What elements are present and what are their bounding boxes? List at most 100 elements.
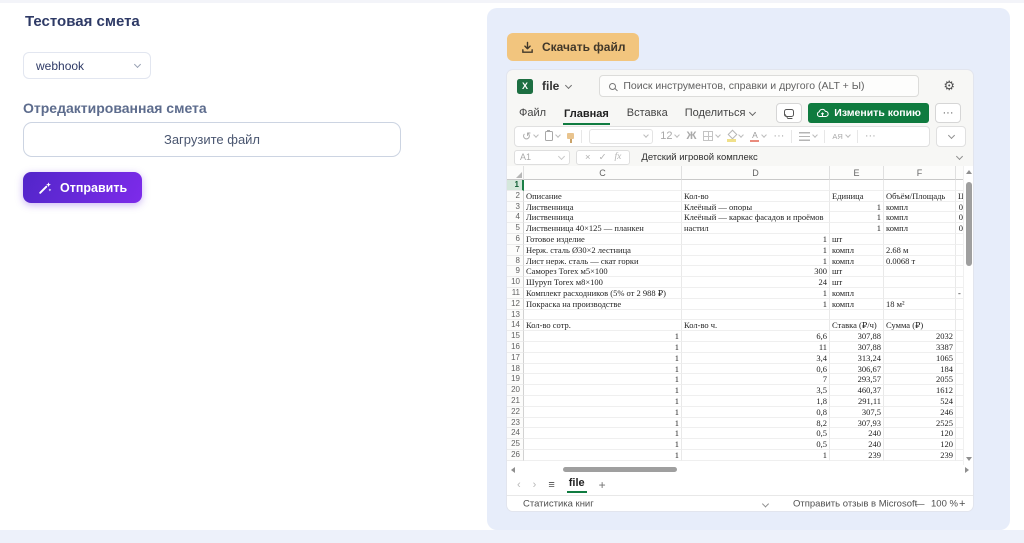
row-header[interactable]: 11 bbox=[507, 288, 524, 299]
grid-cell[interactable]: Сумма (₽) bbox=[884, 320, 956, 331]
grid-cell[interactable]: Саморез Torex м5×100 bbox=[524, 266, 682, 277]
workbook-name[interactable]: file bbox=[542, 79, 559, 93]
grid-cell[interactable]: Покраска на производстве bbox=[524, 299, 682, 310]
grid-cell[interactable] bbox=[956, 450, 963, 461]
scroll-left-icon[interactable] bbox=[511, 467, 515, 473]
comments-button[interactable] bbox=[776, 103, 802, 123]
grid-cell[interactable] bbox=[884, 180, 956, 191]
menu-home[interactable]: Главная bbox=[563, 106, 610, 125]
more-formatting-button[interactable]: ··· bbox=[773, 130, 784, 142]
grid-cell[interactable]: 1 bbox=[682, 256, 830, 267]
grid-cell[interactable]: 300 bbox=[682, 266, 830, 277]
row-header[interactable]: 7 bbox=[507, 245, 524, 256]
chevron-down-icon[interactable] bbox=[565, 81, 572, 88]
row-header[interactable]: 15 bbox=[507, 331, 524, 342]
grid-cell[interactable]: 0 bbox=[956, 202, 963, 213]
bold-button[interactable]: Ж bbox=[686, 130, 696, 142]
grid-cell[interactable]: шт bbox=[830, 266, 884, 277]
row-header[interactable]: 21 bbox=[507, 396, 524, 407]
borders-button[interactable] bbox=[703, 131, 720, 141]
grid-cell[interactable] bbox=[956, 310, 963, 321]
grid-cell[interactable] bbox=[956, 299, 963, 310]
row-header[interactable]: 23 bbox=[507, 418, 524, 429]
prev-sheet-button[interactable]: ‹ bbox=[517, 479, 521, 491]
grid-cell[interactable]: 0 bbox=[956, 212, 963, 223]
grid-cell[interactable]: Лиственница 40×125 — планкен bbox=[524, 223, 682, 234]
confirm-entry-button[interactable]: ✓ bbox=[599, 152, 607, 163]
horizontal-scroll-thumb[interactable] bbox=[563, 467, 677, 472]
grid-cell[interactable] bbox=[884, 266, 956, 277]
row-header[interactable]: 17 bbox=[507, 353, 524, 364]
grid-cell[interactable]: 313,24 bbox=[830, 353, 884, 364]
grid-cell[interactable]: 307,5 bbox=[830, 407, 884, 418]
grid-cell[interactable]: 1 bbox=[682, 245, 830, 256]
grid-cell[interactable]: 0,5 bbox=[682, 439, 830, 450]
grid-cell[interactable]: 0.0068 т bbox=[884, 256, 956, 267]
grid-cell[interactable]: 240 bbox=[830, 428, 884, 439]
row-header[interactable]: 20 bbox=[507, 385, 524, 396]
row-header[interactable]: 16 bbox=[507, 342, 524, 353]
row-header[interactable]: 8 bbox=[507, 256, 524, 267]
grid-cell[interactable]: 1 bbox=[830, 223, 884, 234]
horizontal-scrollbar[interactable] bbox=[507, 465, 973, 474]
grid-cell[interactable]: - bbox=[956, 288, 963, 299]
grid-cell[interactable]: Шуруп Torex м8×100 bbox=[524, 277, 682, 288]
more-commands-button[interactable]: ··· bbox=[935, 103, 961, 123]
grid-cell[interactable]: Клеёный — опоры bbox=[682, 202, 830, 213]
zoom-out-button[interactable]: — bbox=[915, 498, 925, 509]
cancel-entry-button[interactable]: × bbox=[585, 152, 591, 163]
grid-cell[interactable]: компл bbox=[884, 202, 956, 213]
scroll-down-icon[interactable] bbox=[966, 457, 972, 461]
zoom-in-button[interactable]: + bbox=[959, 498, 965, 510]
grid-cell[interactable] bbox=[956, 331, 963, 342]
grid-cell[interactable]: 291,11 bbox=[830, 396, 884, 407]
grid-cell[interactable]: 11 bbox=[682, 342, 830, 353]
grid-cell[interactable]: 3,4 bbox=[682, 353, 830, 364]
grid-cell[interactable]: 6,6 bbox=[682, 331, 830, 342]
grid-cell[interactable]: 24 bbox=[682, 277, 830, 288]
grid-cell[interactable]: компл bbox=[884, 212, 956, 223]
grid-cell[interactable]: 306,67 bbox=[830, 364, 884, 375]
workbook-statistics-button[interactable]: Статистика книг bbox=[523, 498, 594, 509]
alignment-button[interactable] bbox=[799, 132, 817, 141]
grid-cell[interactable]: 1 bbox=[524, 374, 682, 385]
grid-cell[interactable] bbox=[884, 288, 956, 299]
grid-cell[interactable]: 3,5 bbox=[682, 385, 830, 396]
grid-cell[interactable]: 1 bbox=[524, 439, 682, 450]
grid-cell[interactable]: 2032 bbox=[884, 331, 956, 342]
add-sheet-button[interactable]: + bbox=[599, 478, 606, 492]
grid-cell[interactable] bbox=[956, 374, 963, 385]
grid-cell[interactable] bbox=[884, 234, 956, 245]
grid-cell[interactable]: 1065 bbox=[884, 353, 956, 364]
formula-value[interactable]: Детский игровой комплекс bbox=[641, 152, 951, 163]
grid-cell[interactable]: 7 bbox=[682, 374, 830, 385]
grid-cell[interactable] bbox=[524, 310, 682, 321]
grid-cell[interactable]: 2.68 м bbox=[884, 245, 956, 256]
grid-cell[interactable]: 8,2 bbox=[682, 418, 830, 429]
grid-cell[interactable]: Лиственница bbox=[524, 212, 682, 223]
row-header[interactable]: 19 bbox=[507, 374, 524, 385]
grid-cell[interactable] bbox=[956, 407, 963, 418]
row-header[interactable]: 6 bbox=[507, 234, 524, 245]
grid-cell[interactable]: Ц bbox=[956, 191, 963, 202]
grid-cell[interactable]: 1 bbox=[524, 342, 682, 353]
grid-cell[interactable]: 1 bbox=[524, 385, 682, 396]
grid-cell[interactable]: компл bbox=[884, 223, 956, 234]
grid-cell[interactable] bbox=[956, 396, 963, 407]
grid-cell[interactable] bbox=[830, 180, 884, 191]
grid-cell[interactable]: 307,88 bbox=[830, 331, 884, 342]
grid-cell[interactable] bbox=[956, 180, 963, 191]
next-sheet-button[interactable]: › bbox=[533, 479, 537, 491]
send-button[interactable]: Отправить bbox=[23, 172, 142, 203]
grid-cell[interactable]: Кол-во bbox=[682, 191, 830, 202]
scroll-right-icon[interactable] bbox=[965, 467, 969, 473]
grid-cell[interactable] bbox=[956, 418, 963, 429]
grid-cell[interactable]: 3387 bbox=[884, 342, 956, 353]
grid-cell[interactable] bbox=[830, 310, 884, 321]
grid-cell[interactable] bbox=[682, 310, 830, 321]
grid-cell[interactable]: 1,8 bbox=[682, 396, 830, 407]
menu-file[interactable]: Файл bbox=[519, 107, 546, 119]
grid-cell[interactable] bbox=[956, 385, 963, 396]
grid-cell[interactable] bbox=[956, 353, 963, 364]
font-size-select[interactable]: 12 bbox=[660, 130, 679, 142]
